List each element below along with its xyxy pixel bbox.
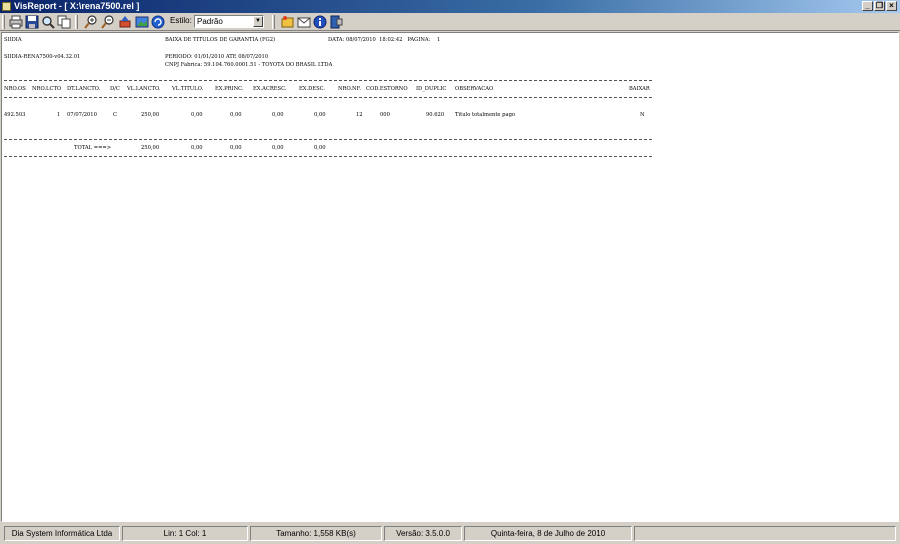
- exit-icon[interactable]: [329, 15, 343, 29]
- preview-icon[interactable]: [41, 15, 55, 29]
- rule-divider: [4, 97, 652, 98]
- toolbar-separator: [75, 15, 78, 29]
- cell-nro-nf: 12: [356, 112, 363, 118]
- status-version: Versão: 3.5.0.0: [384, 526, 462, 541]
- total-ex-desc: 0,00: [314, 145, 326, 151]
- app-window: VisReport - [ X:\rena7500.rel ] _ ❐ × Es…: [0, 0, 900, 544]
- report-program: SIIDIA-RENA7500-v04.32.01: [4, 54, 81, 60]
- style-select[interactable]: Padrão ▼: [194, 15, 264, 28]
- col-header: DT.LANCTO.: [67, 86, 101, 92]
- cell-vl-titulo: 0,00: [191, 112, 203, 118]
- zoom-in-icon[interactable]: [84, 15, 98, 29]
- cell-ex-desc: 0,00: [314, 112, 326, 118]
- toolbar: Estilo: Padrão ▼: [0, 13, 900, 31]
- open-icon[interactable]: [281, 15, 295, 29]
- status-empty-panel: [634, 526, 896, 541]
- cell-ex-princ: 0,00: [230, 112, 242, 118]
- zoom-out-icon[interactable]: [101, 15, 115, 29]
- app-icon[interactable]: [2, 2, 11, 11]
- total-ex-princ: 0,00: [230, 145, 242, 151]
- title-bar[interactable]: VisReport - [ X:\rena7500.rel ] _ ❐ ×: [0, 0, 900, 13]
- toolbar-separator: [272, 15, 275, 29]
- image-icon[interactable]: [135, 15, 149, 29]
- col-header: EX.ACRESC.: [253, 86, 287, 92]
- status-company: Dia System Informática Ltda: [4, 526, 120, 541]
- cell-nro-os: 492.503: [4, 112, 26, 118]
- col-header: NRO.OS: [4, 86, 26, 92]
- style-select-value: Padrão: [197, 17, 223, 26]
- email-icon[interactable]: [297, 15, 311, 29]
- col-header: BAIXAR: [629, 86, 650, 92]
- restore-button[interactable]: ❐: [874, 1, 885, 11]
- report-date-page: DATA: 08/07/2010 18:02:42 PAGINA: 1: [328, 37, 441, 43]
- col-header: EX.DESC.: [299, 86, 326, 92]
- cell-ex-acresc: 0,00: [272, 112, 284, 118]
- col-header: VL.LANCTO.: [127, 86, 161, 92]
- save-icon[interactable]: [25, 15, 39, 29]
- minimize-button[interactable]: _: [862, 1, 873, 11]
- col-header: NRO.NF.: [338, 86, 362, 92]
- cell-observacao: Titulo totalmente pago: [455, 112, 516, 118]
- col-header: D/C: [110, 86, 120, 92]
- col-header: COD.ESTORNO: [366, 86, 408, 92]
- status-bar: Dia System Informática Ltda Lin: 1 Col: …: [0, 524, 900, 544]
- col-header: EX.PRINC.: [215, 86, 244, 92]
- refresh-icon[interactable]: [151, 15, 165, 29]
- total-label: TOTAL ===>: [74, 145, 112, 151]
- chevron-down-icon[interactable]: ▼: [253, 16, 263, 27]
- total-ex-acresc: 0,00: [272, 145, 284, 151]
- total-vl-titulo: 0,00: [191, 145, 203, 151]
- export-icon[interactable]: [118, 15, 132, 29]
- col-header: ID_DUPLIC: [416, 86, 447, 92]
- report-period: PERIODO: 01/01/2010 ATE 08/07/2010: [165, 54, 269, 60]
- col-header: NRO.LCTO: [32, 86, 62, 92]
- cell-id-duplic: 90.620: [426, 112, 445, 118]
- rule-divider: [4, 156, 652, 157]
- rule-divider: [4, 80, 652, 81]
- info-icon[interactable]: [313, 15, 327, 29]
- rule-divider: [4, 139, 652, 140]
- cell-vl-lancto: 250,00: [141, 112, 160, 118]
- status-position: Lin: 1 Col: 1: [122, 526, 248, 541]
- status-size: Tamanho: 1,558 KB(s): [250, 526, 382, 541]
- cell-cod-estorno: 000: [380, 112, 390, 118]
- report-viewer[interactable]: SIIDIA BAIXA DE TITULOS DE GARANTIA (FG2…: [1, 32, 899, 522]
- col-header: VL.TITULO.: [172, 86, 204, 92]
- cell-nro-lcto: 1: [57, 112, 61, 118]
- window-title: VisReport - [ X:\rena7500.rel ]: [14, 1, 140, 11]
- status-date: Quinta-feira, 8 de Julho de 2010: [464, 526, 632, 541]
- toolbar-grip[interactable]: [2, 15, 5, 29]
- print-icon[interactable]: [9, 15, 23, 29]
- close-button[interactable]: ×: [886, 1, 897, 11]
- copy-icon[interactable]: [57, 15, 71, 29]
- report-company: SIIDIA: [4, 37, 22, 43]
- report-cnpj: CNPJ Fabrica: 59.104.760.0001.51 - TOYOT…: [165, 62, 333, 68]
- report-title: BAIXA DE TITULOS DE GARANTIA (FG2): [165, 37, 276, 43]
- total-vl-lancto: 250,00: [141, 145, 160, 151]
- cell-dc: C: [113, 112, 117, 118]
- style-label: Estilo:: [170, 16, 192, 25]
- col-header: OBSERVACAO: [455, 86, 494, 92]
- cell-baixar: N: [640, 112, 645, 118]
- cell-dt-lancto: 07/07/2010: [67, 112, 97, 118]
